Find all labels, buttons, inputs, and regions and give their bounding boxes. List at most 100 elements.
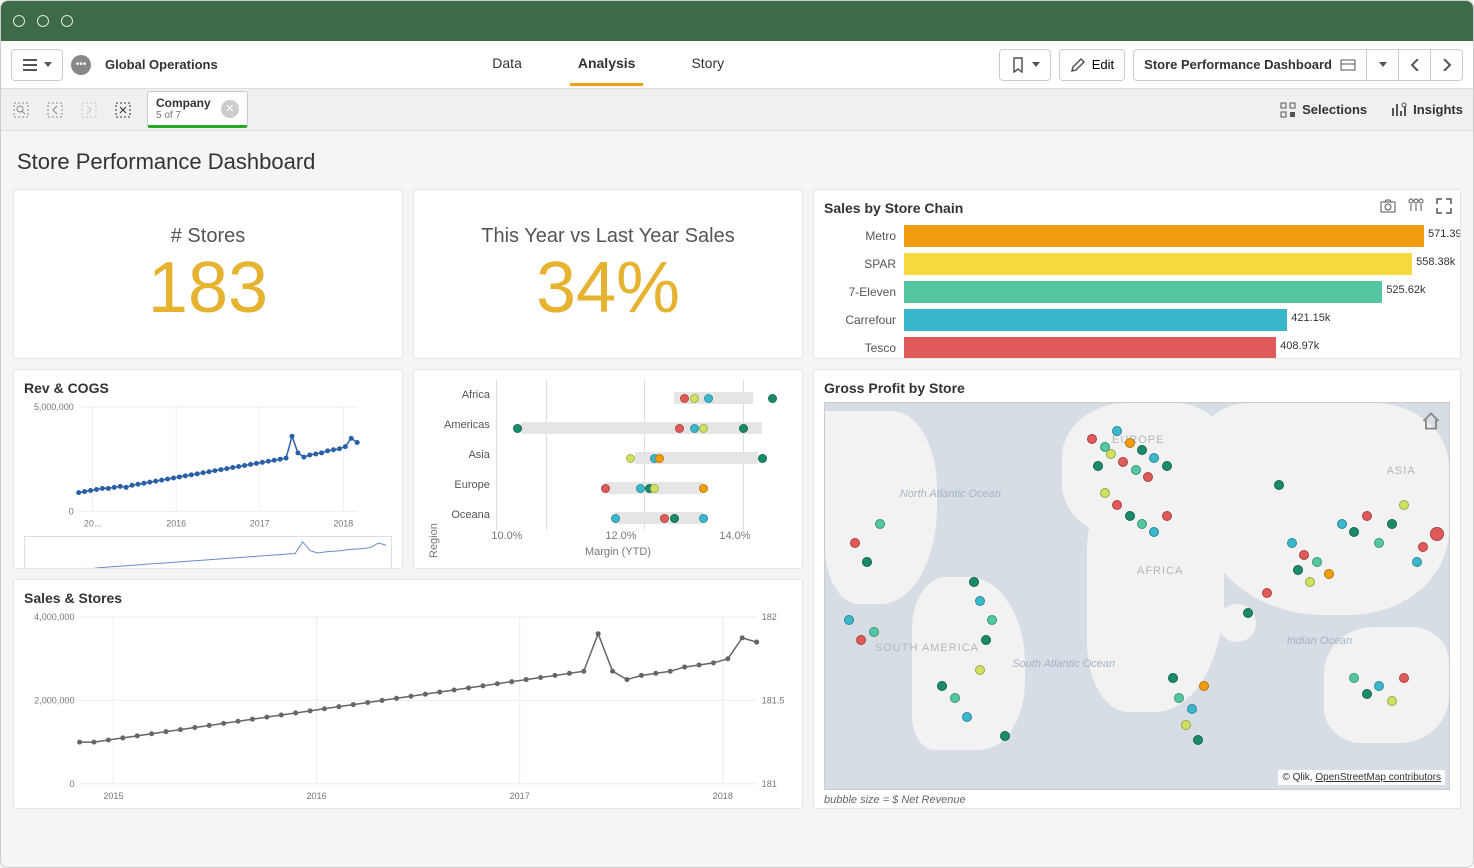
tab-story[interactable]: Story [683, 43, 732, 86]
map-dot[interactable] [869, 627, 879, 637]
window-minimize-icon[interactable] [37, 15, 49, 27]
map-dot[interactable] [1287, 538, 1297, 548]
map-dot[interactable] [950, 693, 960, 703]
sheet-icon [1340, 57, 1356, 73]
map-dot[interactable] [1131, 465, 1141, 475]
svg-text:0: 0 [69, 506, 74, 516]
bar-row[interactable]: 7-Eleven 525.62k [824, 278, 1450, 306]
step-forward-icon[interactable] [79, 100, 99, 120]
selections-icon [1280, 102, 1296, 118]
sheet-dropdown[interactable] [1366, 50, 1398, 80]
map-dot[interactable] [1162, 461, 1172, 471]
svg-text:20...: 20... [84, 518, 101, 528]
window-close-icon[interactable] [13, 15, 25, 27]
map-dot[interactable] [1087, 434, 1097, 444]
map-dot[interactable] [1149, 527, 1159, 537]
bar-row[interactable]: SPAR 558.38k [824, 250, 1450, 278]
map-dot[interactable] [1174, 693, 1184, 703]
sales-by-chain-card[interactable]: Sales by Store Chain Metro 571.39kSPAR 5… [813, 189, 1461, 359]
bar-category: 7-Eleven [824, 285, 904, 299]
region-axis-label: Margin (YTD) [444, 546, 792, 558]
fullscreen-icon[interactable] [1436, 198, 1452, 217]
map-dot[interactable] [1337, 519, 1347, 529]
map-dot[interactable] [1162, 511, 1172, 521]
map-dot[interactable] [1243, 608, 1253, 618]
tab-analysis[interactable]: Analysis [570, 43, 644, 86]
next-sheet-button[interactable] [1430, 50, 1462, 80]
map-dot[interactable] [1181, 720, 1191, 730]
kpi-stores-card[interactable]: # Stores 183 [13, 189, 403, 359]
svg-text:182: 182 [762, 612, 777, 622]
map-dot[interactable] [1387, 519, 1397, 529]
map-dot[interactable] [1349, 527, 1359, 537]
map-dot[interactable] [1362, 689, 1372, 699]
window-titlebar [1, 1, 1473, 41]
region-margin-card[interactable]: Region AfricaAmericasAsiaEuropeOceana 10… [413, 369, 803, 569]
chip-close-icon[interactable]: ✕ [221, 100, 239, 118]
map-dot[interactable] [1399, 500, 1409, 510]
map-dot[interactable] [1412, 557, 1422, 567]
map-dot[interactable] [1387, 696, 1397, 706]
map-dot[interactable] [875, 519, 885, 529]
map-dot[interactable] [1299, 550, 1309, 560]
map-dot[interactable] [969, 577, 979, 587]
map-dot[interactable] [1100, 488, 1110, 498]
map-dot[interactable] [1137, 519, 1147, 529]
bar-row[interactable]: Metro 571.39k [824, 222, 1450, 250]
snapshot-icon[interactable] [1380, 198, 1396, 217]
map-dot[interactable] [975, 596, 985, 606]
tab-data[interactable]: Data [484, 43, 530, 86]
insights-icon [1391, 102, 1407, 118]
map-dot[interactable] [1374, 681, 1384, 691]
window-zoom-icon[interactable] [61, 15, 73, 27]
selection-chip-company[interactable]: Company 5 of 7 ✕ [147, 91, 248, 128]
map-home-icon[interactable] [1421, 411, 1441, 434]
osm-link[interactable]: OpenStreetMap contributors [1315, 772, 1441, 783]
svg-text:2018: 2018 [333, 518, 353, 528]
sheet-name[interactable]: Store Performance Dashboard [1134, 57, 1366, 73]
sheet-selector: Store Performance Dashboard [1133, 49, 1463, 81]
svg-text:181.5: 181.5 [762, 695, 785, 705]
rev-cogs-card[interactable]: Rev & COGS 05,000,00020...201620172018 [13, 369, 403, 569]
map-dot[interactable] [1112, 500, 1122, 510]
menu-button[interactable] [11, 49, 63, 81]
map-dot[interactable] [981, 635, 991, 645]
map-dot[interactable] [1362, 511, 1372, 521]
svg-text:0: 0 [69, 779, 74, 789]
map-dot[interactable] [856, 635, 866, 645]
kpi-stores-label: # Stores [171, 225, 245, 248]
world-map[interactable]: North Atlantic Ocean EUROPE ASIA AFRICA … [824, 402, 1450, 790]
kpi-yoy-card[interactable]: This Year vs Last Year Sales 34% [413, 189, 803, 359]
step-back-icon[interactable] [45, 100, 65, 120]
map-dot[interactable] [844, 615, 854, 625]
bar-value: 571.39k [1428, 228, 1461, 240]
map-dot[interactable] [1125, 511, 1135, 521]
bookmark-button[interactable] [999, 49, 1051, 81]
edit-button[interactable]: Edit [1059, 49, 1125, 81]
map-dot[interactable] [1193, 735, 1203, 745]
map-label-asia: ASIA [1387, 465, 1416, 477]
rev-cogs-chart: 05,000,00020...201620172018 [24, 402, 392, 531]
map-dot[interactable] [1000, 731, 1010, 741]
map-dot[interactable] [1418, 542, 1428, 552]
chevron-right-icon [1443, 59, 1451, 71]
gross-profit-map-card[interactable]: Gross Profit by Store North Atlantic Oce… [813, 369, 1461, 809]
sales-stores-card[interactable]: Sales & Stores 02,000,0004,000,000181181… [13, 579, 803, 809]
map-dot[interactable] [1430, 527, 1444, 541]
selections-tool-button[interactable]: Selections [1280, 102, 1367, 118]
page-title: Store Performance Dashboard [17, 149, 1461, 175]
map-dot[interactable] [1125, 438, 1135, 448]
chip-label: Company [156, 96, 211, 110]
clear-all-icon[interactable] [113, 100, 133, 120]
smart-search-icon[interactable] [11, 100, 31, 120]
map-dot[interactable] [1187, 704, 1197, 714]
insights-button[interactable]: Insights [1391, 102, 1463, 118]
map-dot[interactable] [1199, 681, 1209, 691]
exploration-icon[interactable] [1408, 198, 1424, 217]
bar-row[interactable]: Tesco 408.97k [824, 334, 1450, 359]
bar-row[interactable]: Carrefour 421.15k [824, 306, 1450, 334]
rev-cogs-mini-chart[interactable] [24, 536, 392, 569]
prev-sheet-button[interactable] [1398, 50, 1430, 80]
map-dot[interactable] [850, 538, 860, 548]
pencil-icon [1070, 57, 1086, 73]
